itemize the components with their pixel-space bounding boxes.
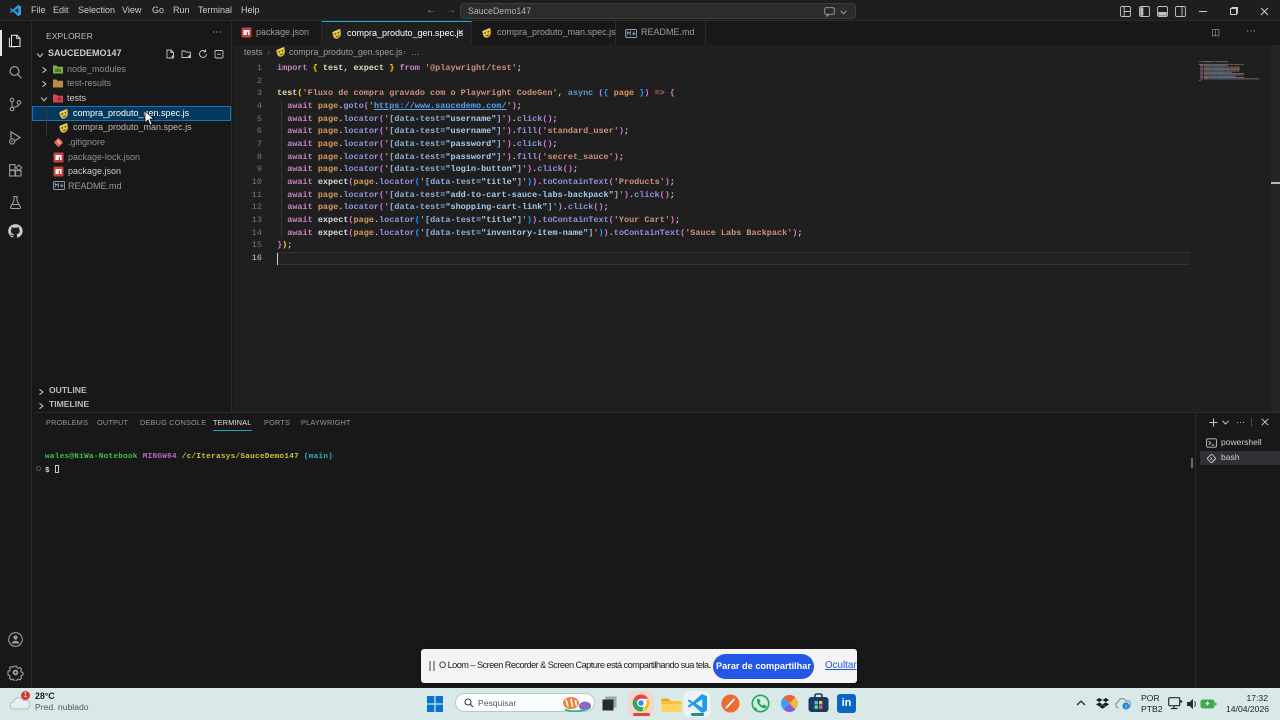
svg-text:i: i [1125, 704, 1126, 710]
